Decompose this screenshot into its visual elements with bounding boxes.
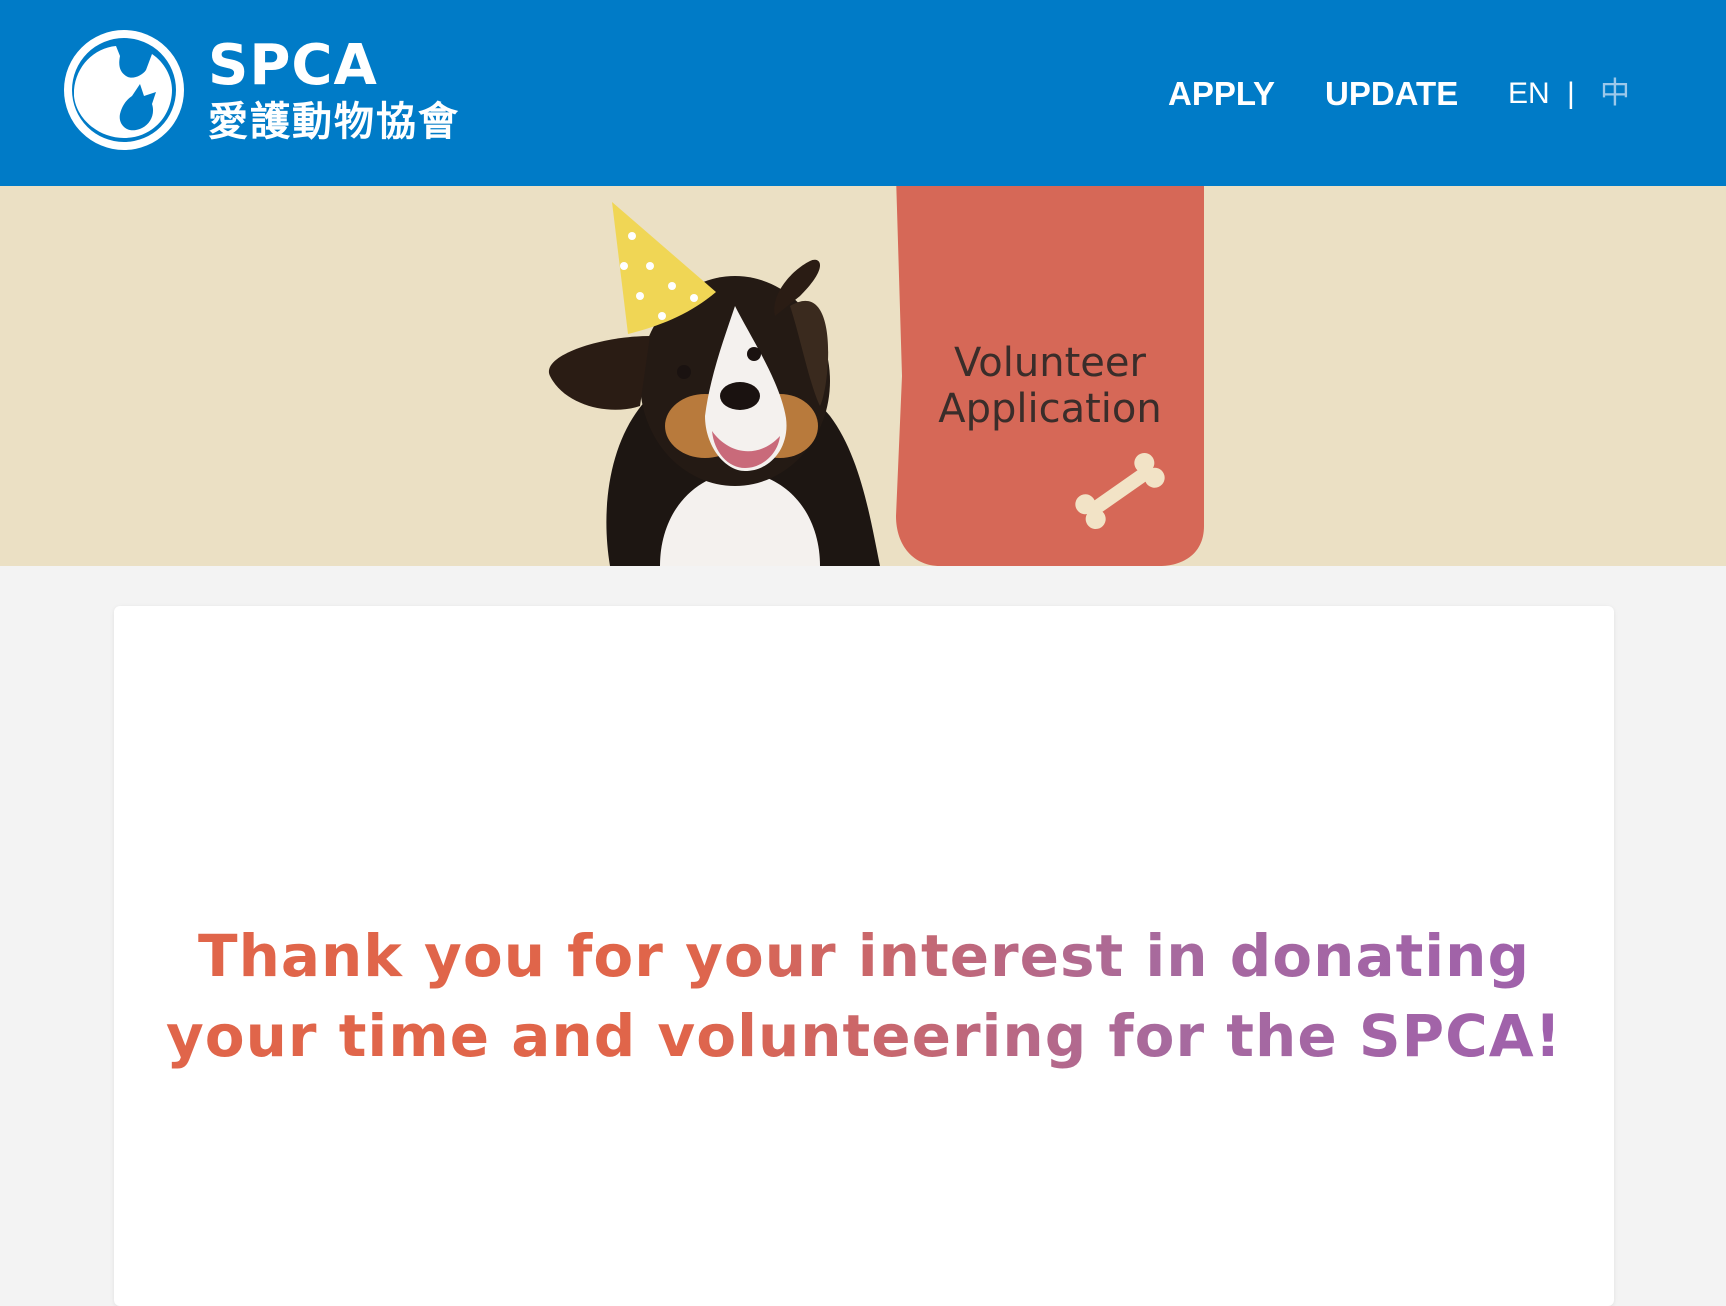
confirmation-card: Thank you for your interest in donating …: [114, 606, 1614, 1306]
banner-title-line2: Application: [938, 386, 1162, 432]
banner-title-line1: Volunteer: [954, 340, 1146, 386]
dog-cat-logo-icon: [64, 30, 184, 150]
language-zh-link[interactable]: 中: [1600, 70, 1630, 118]
language-separator: |: [1567, 77, 1575, 110]
nav-apply-link[interactable]: APPLY: [1168, 70, 1275, 118]
nav-update-link[interactable]: UPDATE: [1325, 70, 1458, 118]
dog-photo: [548, 259, 880, 566]
thank-you-line1: Thank you for your interest in donating: [198, 922, 1530, 990]
volunteer-banner: Volunteer Application: [0, 186, 1726, 566]
logo-wordmark: SPCA: [208, 33, 378, 98]
spca-logo[interactable]: SPCA 愛護動物協會: [60, 26, 480, 162]
thank-you-message: Thank you for your interest in donating …: [114, 916, 1614, 1076]
language-en-link[interactable]: EN: [1508, 70, 1550, 118]
logo-chinese-name: 愛護動物協會: [208, 99, 460, 145]
thank-you-line2: your time and volunteering for the SPCA!: [165, 1002, 1563, 1070]
site-header: SPCA 愛護動物協會 APPLY UPDATE EN | 中: [0, 0, 1726, 186]
